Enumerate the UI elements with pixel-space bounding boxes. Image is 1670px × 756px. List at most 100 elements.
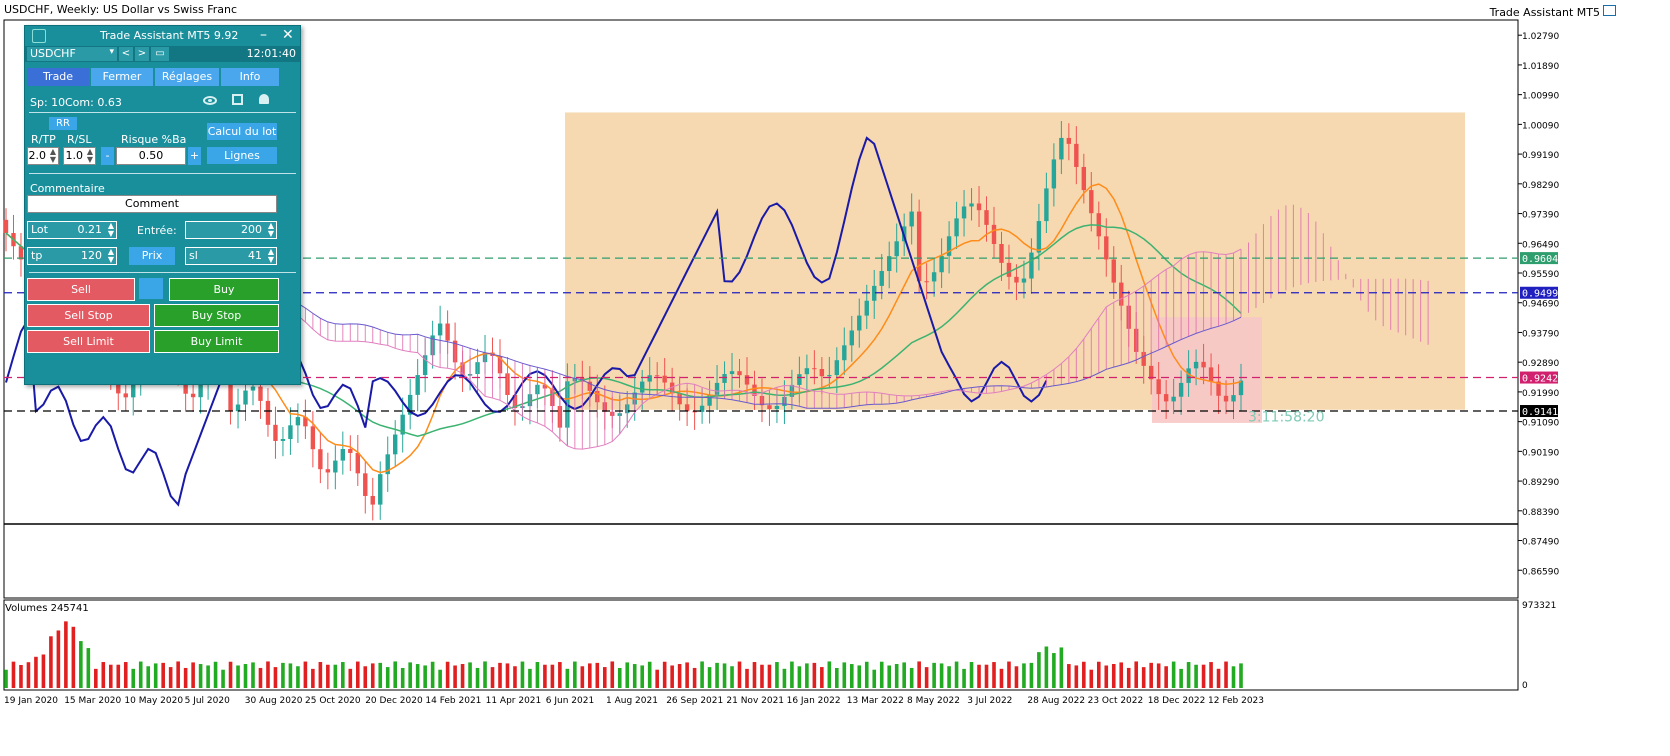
calc-lot-button[interactable]: Calcul du lot (207, 123, 277, 140)
spinner-icon[interactable]: ▲ ▼ (87, 148, 93, 164)
volume-bar (1022, 663, 1026, 688)
spinner-icon[interactable]: ▲ ▼ (268, 222, 274, 238)
volume-bar (251, 662, 255, 688)
volume-bar (1111, 664, 1116, 688)
tab-trade[interactable]: Trade (27, 68, 89, 86)
swap-button[interactable] (139, 278, 163, 299)
volume-bar (1186, 662, 1191, 688)
volume-bar (977, 664, 981, 688)
panel-tabs: Trade Fermer Réglages Info (27, 68, 297, 86)
panel-titlebar[interactable]: Trade Assistant MT5 9.92 – ✕ (25, 26, 300, 46)
risk-minus-button[interactable]: - (101, 147, 114, 165)
volume-label: Volumes 245741 (5, 603, 89, 614)
tab-fermer[interactable]: Fermer (91, 68, 153, 86)
candle-body (318, 449, 323, 470)
minimize-icon[interactable]: – (260, 27, 267, 43)
eye-icon[interactable] (203, 96, 217, 105)
tp-field[interactable]: tp 120 ▲ ▼ (27, 247, 117, 265)
spinner-icon[interactable]: ▲ ▼ (108, 222, 114, 238)
candle-body (1201, 361, 1206, 368)
candle-body (654, 375, 660, 377)
buy-limit-button[interactable]: Buy Limit (154, 330, 279, 353)
buy-button[interactable]: Buy (169, 278, 279, 301)
sell-limit-button[interactable]: Sell Limit (27, 330, 150, 353)
rsl-field[interactable]: 1.0 ▲ ▼ (63, 147, 96, 165)
volume-bar (131, 668, 136, 688)
bell-icon[interactable] (259, 94, 269, 104)
candle-body (265, 400, 271, 425)
sl-field[interactable]: sl 41 ▲ ▼ (185, 247, 277, 265)
tab-reglages[interactable]: Réglages (155, 68, 219, 86)
entry-field[interactable]: 200 ▲ ▼ (185, 221, 277, 239)
candle-body (250, 386, 256, 391)
volume-bar (243, 664, 248, 688)
volume-bar (842, 662, 847, 688)
rtp-label: R/TP (31, 133, 56, 146)
candle-body (1006, 262, 1012, 277)
volume-bar (1126, 667, 1131, 688)
candle-body (797, 374, 802, 385)
tp-value: 120 (81, 249, 102, 262)
calendar-icon[interactable] (232, 94, 243, 105)
tp-label: tp (31, 249, 43, 262)
volume-bar (902, 662, 906, 688)
volume-bar (1224, 661, 1228, 688)
risk-value: 0.50 (138, 149, 164, 162)
prev-symbol-button[interactable]: < (119, 47, 133, 61)
lignes-button[interactable]: Lignes (207, 147, 277, 164)
volume-bar (236, 665, 240, 688)
sell-stop-button[interactable]: Sell Stop (27, 304, 150, 327)
price-label-text: 0.92425 (1522, 374, 1564, 385)
y-tick-label: 0.92890 (1522, 359, 1559, 369)
volume-bar (378, 662, 383, 688)
trade-assistant-icon[interactable] (1603, 5, 1616, 16)
candle-body (288, 425, 293, 440)
candle-body (737, 371, 742, 376)
volume-bar (917, 661, 921, 688)
volume-bar (318, 662, 323, 688)
sell-button[interactable]: Sell (27, 278, 135, 301)
volume-tick-label: 0 (1522, 681, 1528, 691)
volume-bar (1082, 661, 1086, 688)
buy-stop-button[interactable]: Buy Stop (154, 304, 279, 327)
y-tick-label: 1.00090 (1522, 121, 1559, 131)
spinner-icon[interactable]: ▲ ▼ (268, 248, 274, 264)
volume-bar (453, 665, 457, 688)
candle-body (1014, 276, 1019, 283)
risk-plus-button[interactable]: + (188, 147, 201, 165)
volume-bar (400, 667, 405, 688)
tab-info[interactable]: Info (221, 68, 279, 86)
lock-icon[interactable] (32, 29, 46, 43)
rr-button[interactable]: RR (49, 117, 77, 130)
x-tick-label: 12 Feb 2023 (1208, 696, 1264, 706)
spinner-icon[interactable]: ▲ ▼ (50, 148, 56, 164)
x-tick-label: 30 Aug 2020 (245, 696, 303, 706)
comment-input[interactable]: Comment (27, 195, 277, 213)
rtp-field[interactable]: 2.0 ▲ ▼ (27, 147, 59, 165)
volume-bar (363, 666, 368, 688)
volume-bar (894, 664, 899, 688)
close-icon[interactable]: ✕ (282, 27, 294, 43)
symbol-select[interactable]: USDCHF ▾ (27, 47, 117, 61)
lot-field[interactable]: Lot 0.21 ▲ ▼ (27, 221, 117, 239)
y-tick-label: 0.96490 (1522, 240, 1559, 250)
volume-bar (370, 663, 375, 688)
volume-bar (288, 663, 293, 688)
spinner-icon[interactable]: ▲ ▼ (108, 248, 114, 264)
commission-text: Com: 0.63 (65, 96, 122, 109)
candle-body (827, 375, 832, 377)
folder-icon[interactable]: ▭ (151, 47, 169, 61)
volume-bar (692, 667, 697, 688)
candle-body (1089, 190, 1094, 214)
volume-bar (775, 662, 779, 688)
volume-bar (849, 664, 854, 688)
next-symbol-button[interactable]: > (135, 47, 149, 61)
volume-bar (932, 662, 936, 688)
prix-button[interactable]: Prix (129, 247, 175, 265)
volume-bar (71, 626, 76, 688)
risk-input[interactable]: 0.50 (116, 147, 186, 165)
volume-bar (146, 666, 151, 688)
candle-body (445, 323, 450, 341)
candle-body (879, 271, 884, 286)
candle-body (647, 375, 652, 382)
